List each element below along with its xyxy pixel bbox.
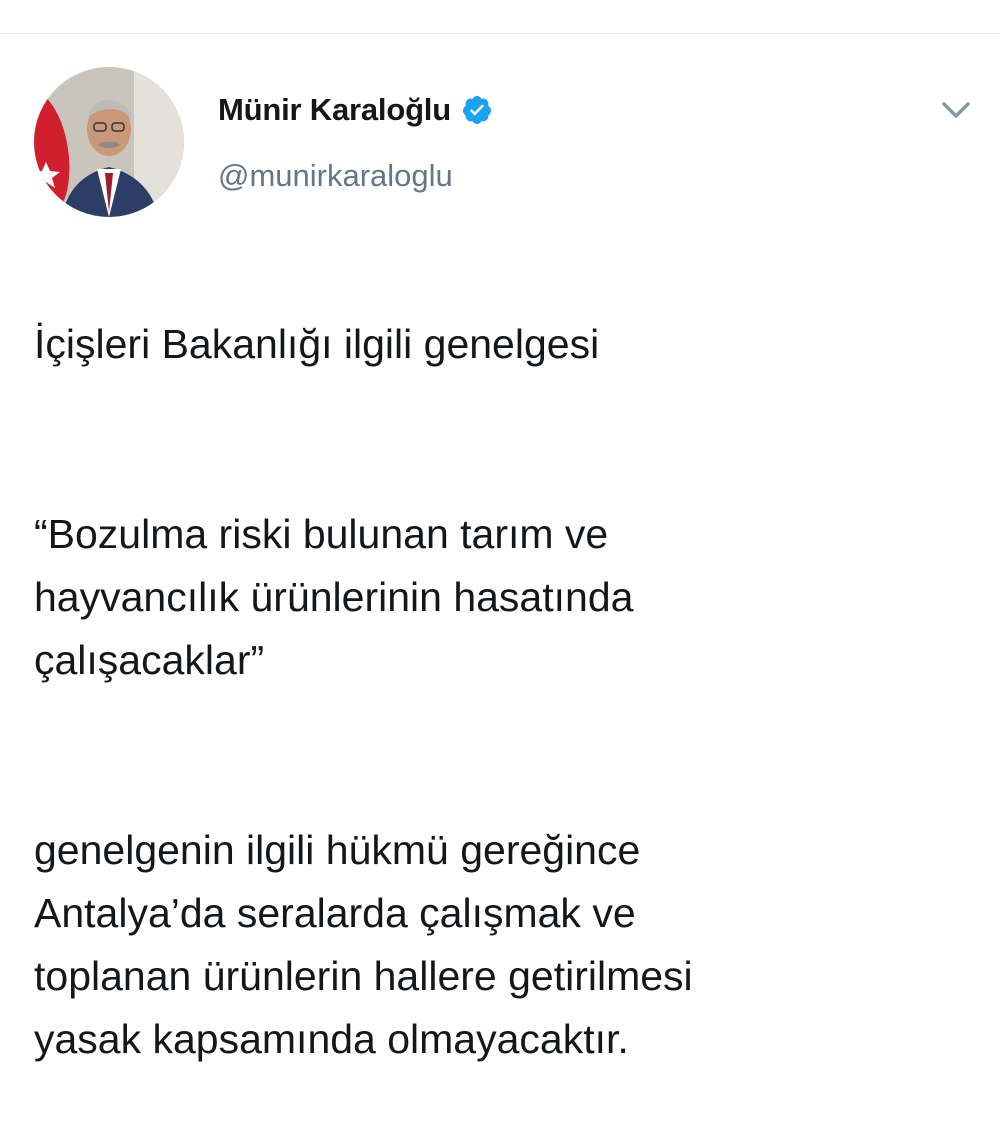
- verified-badge-icon: [461, 94, 493, 126]
- avatar[interactable]: [34, 67, 184, 217]
- tweet-paragraph: “Bozulma riski bulunan tarım ve hayvancı…: [34, 511, 634, 683]
- tweet-paragraph: İçişleri Bakanlığı ilgili genelgesi: [34, 321, 600, 367]
- profile-photo-icon: [34, 67, 184, 217]
- tweet-header: Münir Karaloğlu @munirkaraloglu: [218, 88, 493, 194]
- top-divider: [0, 33, 1000, 34]
- user-handle[interactable]: @munirkaraloglu: [218, 158, 493, 194]
- tweet-text: İçişleri Bakanlığı ilgili genelgesi “Boz…: [34, 250, 964, 1134]
- tweet-paragraph: genelgenin ilgili hükmü gereğince Antaly…: [34, 827, 693, 1062]
- display-name[interactable]: Münir Karaloğlu: [218, 92, 451, 128]
- name-row: Münir Karaloğlu: [218, 88, 493, 132]
- chevron-down-icon[interactable]: [936, 96, 976, 124]
